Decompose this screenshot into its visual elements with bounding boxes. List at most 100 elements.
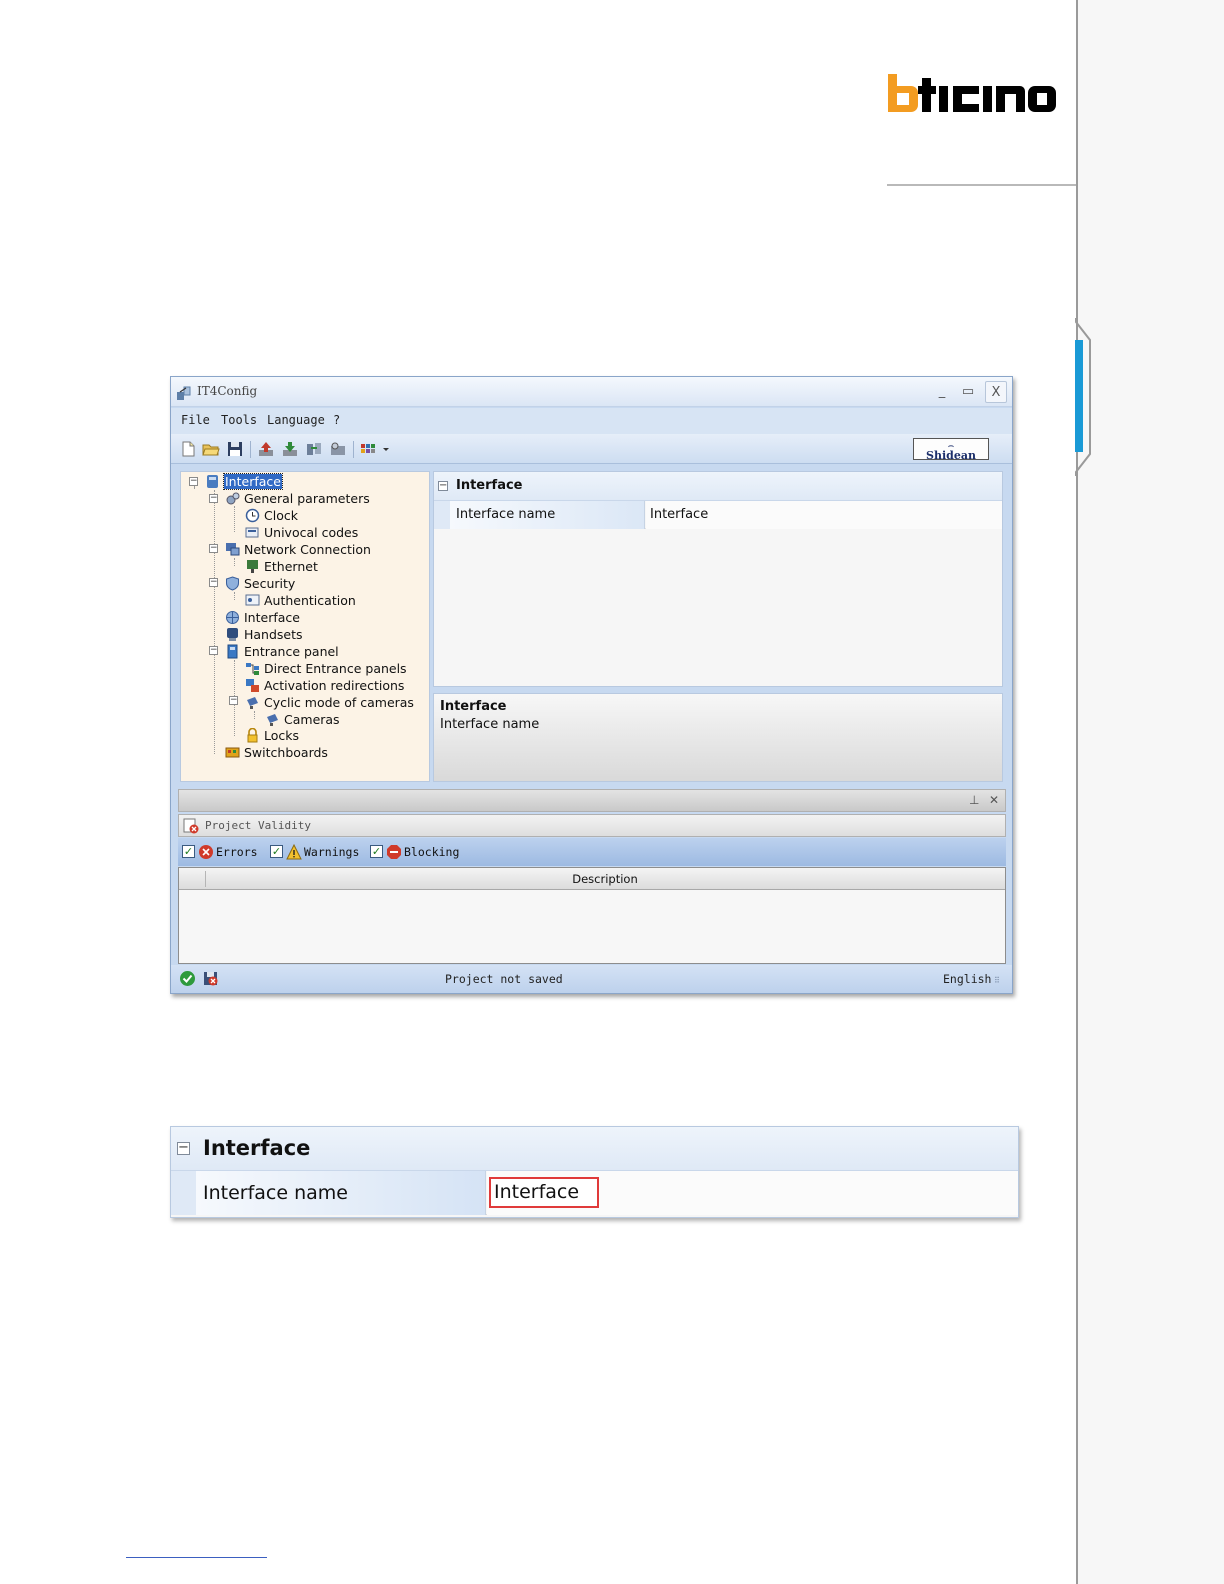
save-icon[interactable] [226, 440, 244, 458]
network-icon [225, 542, 240, 557]
project-validity-tab[interactable]: Project Validity [178, 814, 1006, 837]
tree-item-univocal-codes[interactable]: Univocal codes [245, 525, 358, 541]
menu-language[interactable]: Language [267, 413, 325, 427]
device-settings-icon[interactable] [329, 440, 347, 458]
upload-icon[interactable] [257, 440, 275, 458]
property-grid: − Interface Interface name Interface [433, 471, 1003, 687]
column-header-description[interactable]: Description [205, 872, 1005, 886]
device-transfer-icon[interactable] [305, 440, 323, 458]
menu-file[interactable]: File [181, 413, 210, 427]
tree-item-clock[interactable]: Clock [245, 508, 298, 524]
status-bar: Project not saved English ⠿ [171, 965, 1012, 993]
language-indicator[interactable]: English [943, 972, 991, 986]
status-text: Project not saved [445, 972, 563, 986]
bticino-logo [886, 72, 1058, 116]
codes-icon [245, 525, 260, 540]
switchboard-icon [225, 745, 240, 760]
property-value-input[interactable]: Interface [646, 501, 1002, 529]
menu-tools[interactable]: Tools [221, 413, 257, 427]
tree-item-interface-root[interactable]: Interface [205, 473, 283, 490]
grid-header: Description [179, 868, 1005, 890]
tree-item-handsets[interactable]: Handsets [225, 627, 303, 643]
tree-connector [214, 490, 215, 754]
toolbar-separator [353, 441, 354, 458]
direct-panels-icon [245, 661, 260, 676]
validity-error-icon [183, 818, 199, 834]
new-file-icon[interactable] [179, 440, 197, 458]
close-icon[interactable]: ✕ [989, 793, 999, 807]
camera-icon [265, 712, 280, 727]
collapse-toggle[interactable]: − [189, 477, 198, 486]
zoom-property-category: − Interface [171, 1127, 1018, 1171]
shidean-button[interactable]: ⌢ Shidean [913, 438, 989, 461]
dock-header: ⊥ ✕ [178, 789, 1006, 812]
clock-icon [245, 508, 260, 523]
property-row[interactable]: Interface name Interface [434, 501, 1002, 529]
minimize-button[interactable]: _ [931, 381, 953, 403]
zoom-category-label: Interface [203, 1136, 311, 1160]
tree-item-activation-redirections[interactable]: Activation redirections [245, 678, 404, 694]
property-description: Interface Interface name [433, 693, 1003, 782]
resize-grip-icon[interactable]: ⠿ [994, 976, 1001, 985]
entrance-panel-icon [225, 644, 240, 659]
tree-item-direct-entrance-panels[interactable]: Direct Entrance panels [245, 661, 407, 677]
warning-icon [286, 843, 302, 860]
tree-item-security[interactable]: Security [225, 576, 295, 592]
tree-item-network-connection[interactable]: Network Connection [225, 542, 371, 558]
globe-icon [225, 610, 240, 625]
description-title: Interface [440, 699, 507, 714]
error-icon [198, 844, 214, 860]
menu-help[interactable]: ? [333, 413, 340, 427]
download-icon[interactable] [281, 440, 299, 458]
description-text: Interface name [440, 717, 540, 732]
tree-item-cyclic-mode-cameras[interactable]: Cyclic mode of cameras [245, 695, 414, 711]
errors-checkbox[interactable]: ✓ [182, 845, 195, 858]
collapse-toggle[interactable]: − [209, 578, 218, 587]
grid-view-icon[interactable] [360, 440, 378, 458]
pin-icon[interactable]: ⊥ [969, 793, 979, 807]
ethernet-icon [245, 559, 260, 574]
tree-connector [234, 506, 235, 532]
property-gutter [171, 1171, 196, 1215]
toolbar: ⌢ Shidean [171, 434, 1012, 464]
collapse-toggle[interactable]: − [229, 696, 238, 705]
maximize-button[interactable]: ▭ [957, 381, 979, 403]
property-name: Interface name [450, 501, 645, 529]
unsaved-icon [202, 970, 219, 987]
config-tree[interactable]: − − − − − − Interface General parameters… [180, 471, 430, 782]
collapse-toggle[interactable]: − [209, 494, 218, 503]
camera-icon [245, 695, 260, 710]
zoom-property-value-cell: Interface [487, 1171, 1018, 1215]
page-side-tab [1070, 318, 1094, 476]
check-icon [179, 970, 196, 987]
tree-item-switchboards[interactable]: Switchboards [225, 745, 328, 761]
blocking-checkbox[interactable]: ✓ [370, 845, 383, 858]
errors-label: Errors [216, 845, 258, 859]
tree-item-ethernet[interactable]: Ethernet [245, 559, 318, 575]
footer-link-underline [126, 1557, 267, 1558]
chevron-down-icon[interactable] [381, 440, 391, 458]
property-category[interactable]: − Interface [434, 472, 1002, 501]
stop-icon [386, 844, 402, 860]
collapse-toggle[interactable]: − [209, 646, 218, 655]
collapse-toggle[interactable]: − [209, 544, 218, 553]
blocking-label: Blocking [404, 845, 460, 859]
tree-item-authentication[interactable]: Authentication [245, 593, 356, 609]
warnings-checkbox[interactable]: ✓ [270, 845, 283, 858]
tree-item-general-parameters[interactable]: General parameters [225, 491, 370, 507]
collapse-toggle[interactable]: − [438, 481, 448, 491]
close-button[interactable]: X [985, 381, 1007, 403]
property-category-label: Interface [456, 478, 523, 493]
tree-item-interface[interactable]: Interface [225, 610, 300, 626]
interface-db-icon [205, 474, 220, 489]
validity-grid[interactable]: Description [178, 867, 1006, 964]
title-bar[interactable]: IT4Config _ ▭ X [171, 377, 1012, 407]
tree-item-entrance-panel[interactable]: Entrance panel [225, 644, 339, 660]
zoomed-property-detail: − Interface Interface name Interface [170, 1126, 1019, 1218]
redirection-icon [245, 678, 260, 693]
open-folder-icon[interactable] [202, 440, 220, 458]
tree-item-locks[interactable]: Locks [245, 727, 299, 744]
zoom-property-row: Interface name Interface [171, 1171, 1018, 1215]
zoom-property-name: Interface name [196, 1171, 486, 1215]
tree-item-cameras[interactable]: Cameras [265, 712, 340, 728]
